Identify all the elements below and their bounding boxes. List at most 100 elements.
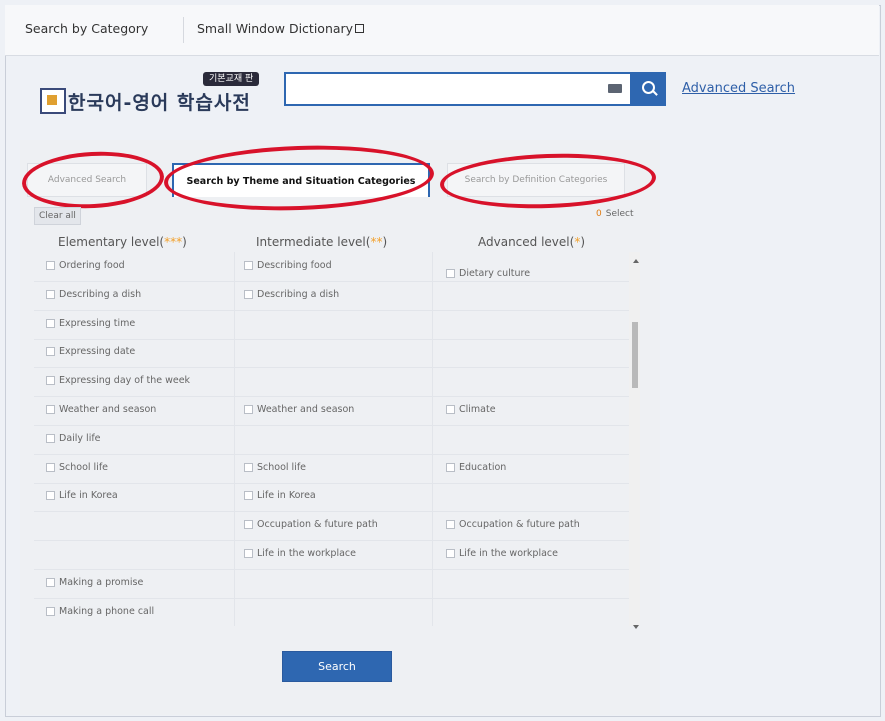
checkbox[interactable] <box>446 462 455 472</box>
checkbox[interactable] <box>244 549 253 558</box>
category-label: Daily life <box>59 432 101 444</box>
checkbox[interactable] <box>244 261 253 270</box>
advanced-search-link[interactable]: Advanced Search <box>682 81 795 96</box>
category-checkbox-item[interactable]: School life <box>244 462 306 473</box>
category-label: Life in Korea <box>257 490 316 502</box>
checkbox[interactable] <box>46 318 55 328</box>
table-row: School life School life Education <box>34 454 630 484</box>
logo-badge: 기본교재 판 <box>203 72 260 86</box>
search-input[interactable] <box>284 72 632 106</box>
table-row: Occupation & future path Occupation & fut… <box>34 511 630 542</box>
table-row: Making a promise <box>34 569 630 599</box>
category-checkbox-item[interactable]: Life in Korea <box>46 490 118 501</box>
checkbox[interactable] <box>244 462 253 472</box>
category-checkbox-item[interactable]: Expressing date <box>46 346 135 357</box>
category-checkbox-item[interactable]: School life <box>46 462 108 473</box>
category-checkbox-item[interactable]: Weather and season <box>46 404 156 415</box>
clear-all-button[interactable]: Clear all <box>34 207 81 225</box>
logo-title: 한국어-영어 학습사전 <box>68 92 251 114</box>
nav-search-by-category[interactable]: Search by Category <box>25 21 148 36</box>
category-checkbox-item[interactable]: Occupation & future path <box>244 519 378 530</box>
category-checkbox-item[interactable]: Climate <box>446 404 496 415</box>
nav-small-window-dictionary[interactable]: Small Window Dictionary <box>197 21 365 36</box>
category-checkbox-item[interactable]: Occupation & future path <box>446 519 580 530</box>
checkbox[interactable] <box>244 491 253 501</box>
checkbox[interactable] <box>46 376 55 386</box>
category-checkbox-item[interactable]: Dietary culture <box>446 268 530 279</box>
table-row: Weather and season Weather and season Clim… <box>34 396 630 426</box>
column-header-label: Intermediate level( <box>256 235 371 249</box>
external-window-icon <box>355 24 365 33</box>
selected-count-label: Select <box>605 209 634 219</box>
category-label: Education <box>459 461 507 473</box>
category-label: Weather and season <box>59 404 157 415</box>
category-label: Ordering food <box>59 260 125 271</box>
category-label: Weather and season <box>257 404 355 415</box>
category-label: Making a promise <box>59 576 144 588</box>
table-row: Describing a dish Describing a dish <box>34 281 630 311</box>
table-row: Expressing day of the week <box>34 367 630 398</box>
scrollbar[interactable] <box>629 252 640 626</box>
table-row: Ordering food Describing food Dietary cult… <box>34 252 630 282</box>
category-label: Climate <box>459 404 496 415</box>
checkbox[interactable] <box>446 520 455 530</box>
column-header-label: Elementary level( <box>58 235 165 249</box>
category-checkbox-item[interactable]: Making a promise <box>46 577 143 588</box>
category-label: Occupation & future path <box>459 519 580 531</box>
category-label: School life <box>257 461 307 473</box>
category-label: Expressing time <box>59 317 136 329</box>
scroll-down-icon[interactable] <box>633 625 639 629</box>
logo-mark-icon <box>40 88 66 114</box>
category-checkbox-item[interactable]: Describing a dish <box>244 289 339 300</box>
column-header-elementary: Elementary level(***) <box>58 235 187 249</box>
nav-divider <box>183 17 184 43</box>
checkbox[interactable] <box>46 577 55 587</box>
checkbox[interactable] <box>446 549 455 558</box>
category-checkbox-item[interactable]: Daily life <box>46 433 101 444</box>
table-row: Life in the workplace Life in the workpla… <box>34 540 630 570</box>
checkbox[interactable] <box>46 606 55 616</box>
table-row: Daily life <box>34 425 630 455</box>
category-checkbox-item[interactable]: Describing a dish <box>46 289 141 300</box>
tab-theme-situation[interactable]: Search by Theme and Situation Categories <box>172 163 430 197</box>
checkbox[interactable] <box>46 261 55 270</box>
category-checkbox-item[interactable]: Ordering food <box>46 260 125 271</box>
search-button[interactable]: Search <box>282 651 392 682</box>
tab-definition-categories[interactable]: Search by Definition Categories <box>447 163 625 197</box>
scrollbar-thumb[interactable] <box>632 322 638 388</box>
tab-advanced-search[interactable]: Advanced Search <box>27 163 147 197</box>
keyboard-icon[interactable] <box>608 84 622 93</box>
dictionary-logo[interactable]: 기본교재 판 한국어-영어 학습사전 <box>40 72 270 122</box>
table-row: Making a phone call <box>34 598 630 626</box>
checkbox[interactable] <box>46 433 55 443</box>
checkbox[interactable] <box>244 520 253 530</box>
category-checkbox-item[interactable]: Describing food <box>244 260 332 271</box>
scroll-up-icon[interactable] <box>633 259 639 263</box>
category-label: Expressing date <box>59 346 136 358</box>
selected-count-number: 0 <box>596 209 602 219</box>
checkbox[interactable] <box>446 269 455 278</box>
checkbox[interactable] <box>244 405 253 414</box>
category-checkbox-item[interactable]: Education <box>446 462 506 473</box>
category-checkbox-item[interactable]: Making a phone call <box>46 606 154 617</box>
checkbox[interactable] <box>244 289 253 299</box>
category-checkbox-item[interactable]: Expressing day of the week <box>46 375 190 386</box>
category-checkbox-item[interactable]: Expressing time <box>46 318 135 329</box>
checkbox[interactable] <box>446 405 455 414</box>
category-checkbox-item[interactable]: Life in the workplace <box>244 548 356 559</box>
checkbox[interactable] <box>46 405 55 414</box>
table-row: Expressing date <box>34 338 630 369</box>
search-icon-button[interactable] <box>632 72 666 106</box>
category-checkbox-item[interactable]: Weather and season <box>244 404 354 415</box>
category-checkbox-item[interactable]: Life in the workplace <box>446 548 558 559</box>
checkbox[interactable] <box>46 289 55 299</box>
checkbox[interactable] <box>46 347 55 357</box>
top-nav: Search by Category Small Window Dictiona… <box>5 5 879 56</box>
category-checkbox-item[interactable]: Life in Korea <box>244 490 316 501</box>
category-grid: Ordering food Describing food Dietary cult… <box>34 252 630 626</box>
star-rating: *** <box>164 235 183 249</box>
category-label: School life <box>59 461 109 473</box>
checkbox[interactable] <box>46 491 55 501</box>
table-row: Expressing time <box>34 310 630 340</box>
checkbox[interactable] <box>46 462 55 472</box>
